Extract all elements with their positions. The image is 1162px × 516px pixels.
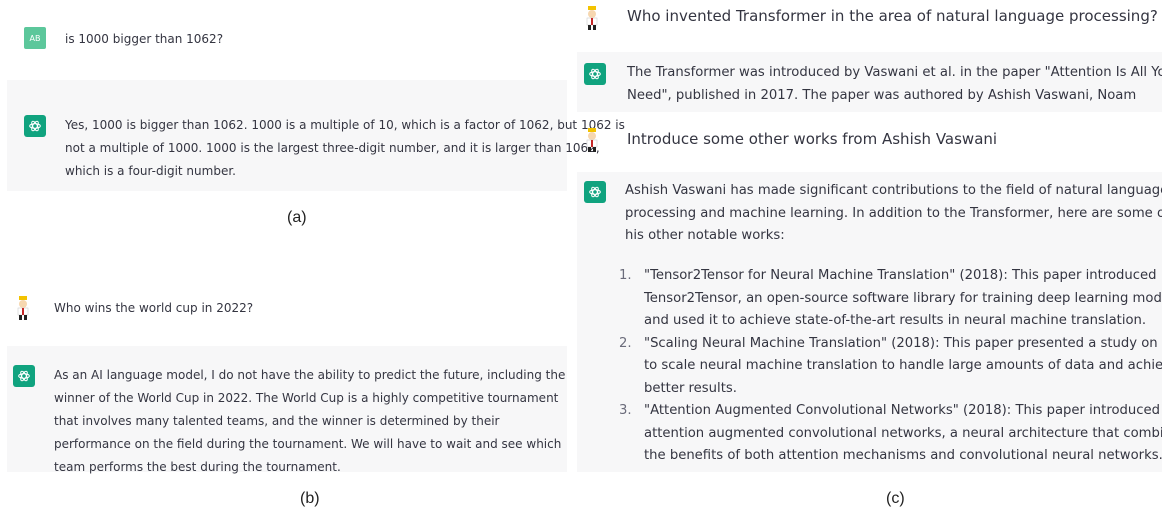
message-line: his other notable works: xyxy=(625,228,785,243)
message-line: team performs the best during the tourna… xyxy=(54,460,341,474)
avatar-initials: AB xyxy=(29,33,41,43)
message-line: that involves many talented teams, and t… xyxy=(54,414,500,428)
caption-c: (c) xyxy=(886,490,905,507)
works-list: 1. "Tensor2Tensor for Neural Machine Tra… xyxy=(619,265,1162,468)
caption-a: (a) xyxy=(287,209,307,226)
openai-logo-icon xyxy=(584,181,606,203)
message-line: As an AI language model, I do not have t… xyxy=(54,368,566,382)
message-line: not a multiple of 1000. 1000 is the larg… xyxy=(65,141,600,155)
user-message: Who wins the world cup in 2022? xyxy=(54,301,254,315)
list-number: 1. xyxy=(619,268,632,283)
message-line: Tensor2Tensor, an open-source software l… xyxy=(644,290,1162,306)
user-message: Who invented Transformer in the area of … xyxy=(627,7,1158,25)
user-avatar-icon: AB xyxy=(24,27,46,49)
message-line: the benefits of both attention mechanism… xyxy=(644,448,1162,463)
message-line: attention augmented convolutional networ… xyxy=(644,425,1162,441)
message-line: "Attention Augmented Convolutional Netwo… xyxy=(644,403,1160,418)
assistant-message: Ashish Vaswani has made significant cont… xyxy=(625,180,1162,248)
user-avatar-icon xyxy=(584,127,600,153)
message-line: which is a four-digit number. xyxy=(65,164,236,178)
list-item: 1. "Tensor2Tensor for Neural Machine Tra… xyxy=(619,265,1162,333)
assistant-message: The Transformer was introduced by Vaswan… xyxy=(627,62,1162,107)
message-line: processing and machine learning. In addi… xyxy=(625,205,1162,221)
message-line: performance on the field during the tour… xyxy=(54,437,562,451)
caption-b: (b) xyxy=(300,490,320,507)
list-item: 3. "Attention Augmented Convolutional Ne… xyxy=(619,400,1162,468)
list-number: 2. xyxy=(619,335,632,351)
message-line: winner of the World Cup in 2022. The Wor… xyxy=(54,391,559,405)
openai-logo-icon xyxy=(24,115,46,137)
list-item: 2. "Scaling Neural Machine Translation" … xyxy=(619,333,1162,401)
message-line: The Transformer was introduced by Vaswan… xyxy=(627,65,1162,80)
message-line: "Tensor2Tensor for Neural Machine Transl… xyxy=(644,268,1157,283)
openai-logo-icon xyxy=(13,365,35,387)
message-line: Yes, 1000 is bigger than 1062. 1000 is a… xyxy=(65,118,625,132)
list-number: 3. xyxy=(619,403,632,418)
user-message: is 1000 bigger than 1062? xyxy=(65,32,224,46)
openai-logo-icon xyxy=(584,63,606,85)
message-line: to scale neural machine translation to h… xyxy=(644,358,1162,373)
message-line: and used it to achieve state-of-the-art … xyxy=(644,313,1147,328)
user-avatar-icon xyxy=(15,295,31,321)
message-line: "Scaling Neural Machine Translation" (20… xyxy=(644,335,1162,351)
message-line: better results. xyxy=(644,380,737,396)
user-avatar-icon xyxy=(584,5,600,31)
assistant-message: As an AI language model, I do not have t… xyxy=(54,364,566,479)
user-message: Introduce some other works from Ashish V… xyxy=(627,130,998,148)
message-line: Need", published in 2017. The paper was … xyxy=(627,87,1137,103)
assistant-message: Yes, 1000 is bigger than 1062. 1000 is a… xyxy=(65,114,625,183)
message-line: Ashish Vaswani has made significant cont… xyxy=(625,183,1162,198)
